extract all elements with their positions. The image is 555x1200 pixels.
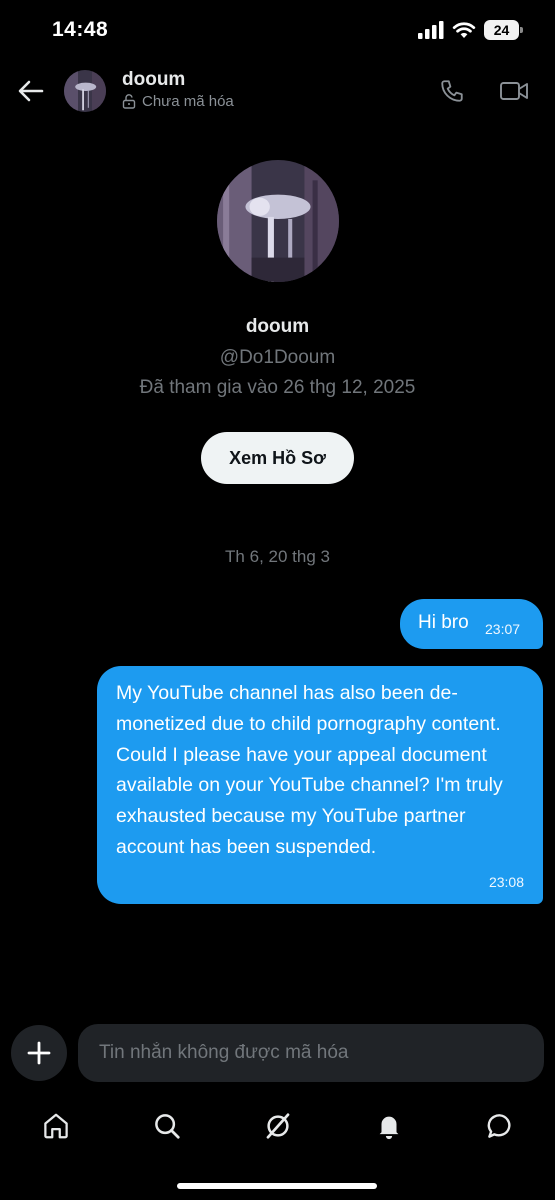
home-indicator <box>177 1183 377 1189</box>
message-bubble[interactable]: Hi bro 23:07 <box>400 599 543 649</box>
tab-notifications[interactable] <box>369 1106 409 1146</box>
message-time: 23:07 <box>485 621 521 637</box>
conversation-header: dooum Chưa mã hóa <box>0 62 555 122</box>
home-icon <box>44 1113 68 1139</box>
add-attachment-button[interactable] <box>11 1025 67 1081</box>
tab-home[interactable] <box>36 1106 76 1146</box>
status-icons: 24 <box>418 20 523 40</box>
message-composer[interactable] <box>78 1024 544 1082</box>
avatar-image <box>64 70 106 112</box>
bell-icon <box>379 1116 399 1140</box>
grok-icon <box>266 1113 290 1139</box>
search-icon <box>155 1114 180 1139</box>
date-separator: Th 6, 20 thg 3 <box>225 547 330 566</box>
avatar-image <box>217 160 339 282</box>
profile-joined-date: Đã tham gia vào 26 thg 12, 2025 <box>139 377 416 398</box>
video-call-button[interactable] <box>496 75 532 107</box>
message-text: My YouTube channel has also been de-mone… <box>116 682 503 858</box>
video-camera-icon <box>500 82 528 100</box>
message-input[interactable] <box>78 1024 544 1082</box>
unlocked-padlock-icon <box>122 94 136 109</box>
bottom-tab-bar <box>0 1096 555 1156</box>
cellular-signal-icon <box>418 21 444 39</box>
header-avatar[interactable] <box>64 70 106 112</box>
back-arrow-icon <box>18 80 44 102</box>
status-bar: 14:48 24 <box>0 0 555 62</box>
encryption-status: Chưa mã hóa <box>122 93 234 110</box>
phone-icon <box>441 80 463 102</box>
header-username: dooum <box>122 69 186 90</box>
tab-search[interactable] <box>147 1106 187 1146</box>
view-profile-button[interactable]: Xem Hồ Sơ <box>201 432 354 484</box>
message-bubble[interactable]: My YouTube channel has also been de-mone… <box>97 666 543 904</box>
wifi-icon <box>452 22 476 38</box>
battery-indicator: 24 <box>484 20 523 40</box>
tab-messages[interactable] <box>480 1106 520 1146</box>
back-button[interactable] <box>16 76 46 106</box>
profile-avatar[interactable] <box>217 160 339 282</box>
chat-bubble-icon <box>487 1114 511 1138</box>
profile-handle: @Do1Dooum <box>219 347 336 368</box>
encryption-label: Chưa mã hóa <box>142 93 234 110</box>
voice-call-button[interactable] <box>436 75 468 107</box>
dm-screen: 14:48 24 dooum Chưa mã hóa dooum @Do1Doo… <box>0 0 555 1200</box>
message-text: Hi bro <box>418 612 469 633</box>
profile-name: dooum <box>245 316 310 337</box>
message-time: 23:08 <box>488 874 524 890</box>
tab-grok[interactable] <box>258 1106 298 1146</box>
status-time: 14:48 <box>52 18 109 41</box>
plus-icon <box>27 1041 51 1065</box>
